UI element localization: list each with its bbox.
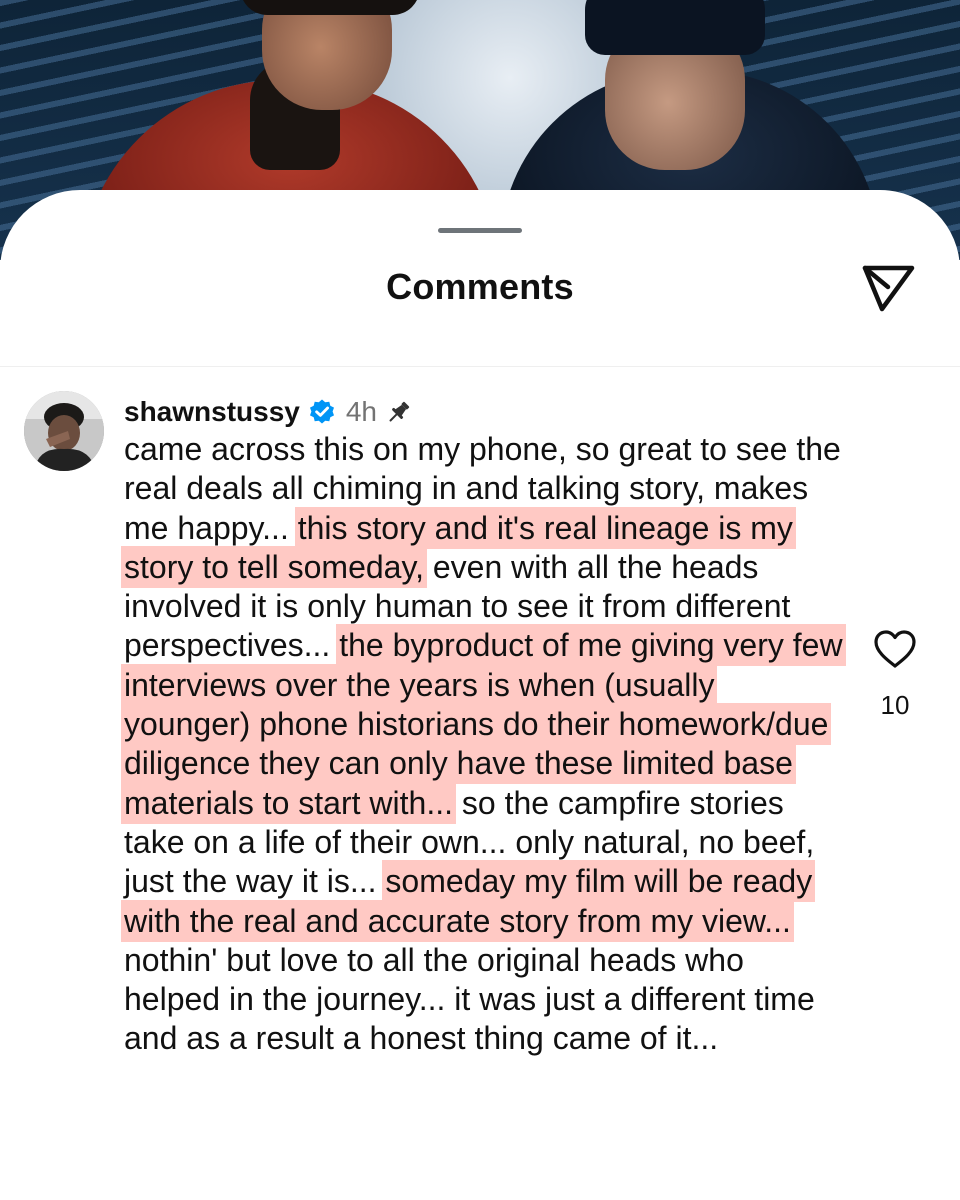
share-button[interactable] bbox=[858, 262, 918, 314]
sheet-title: Comments bbox=[386, 266, 574, 307]
avatar[interactable] bbox=[24, 391, 104, 471]
verified-badge-icon bbox=[309, 399, 334, 424]
comment-header: shawnstussy 4h bbox=[124, 392, 413, 432]
like-button[interactable] bbox=[872, 628, 918, 670]
heart-outline-icon bbox=[874, 630, 916, 668]
pin-icon bbox=[389, 401, 410, 422]
avatar-photo bbox=[24, 391, 104, 471]
photo-person-left-head bbox=[262, 0, 392, 110]
comment-username[interactable]: shawnstussy bbox=[124, 396, 300, 428]
header-divider bbox=[0, 366, 960, 367]
photo-person-right-hat bbox=[585, 0, 765, 55]
paper-plane-icon bbox=[862, 265, 915, 312]
comments-sheet: Comments shawnstussy 4h came across this… bbox=[0, 190, 960, 1200]
like-count: 10 bbox=[880, 690, 910, 720]
comment-text-segment: nothin' but love to all the original hea… bbox=[124, 941, 815, 1057]
comment-text: came across this on my phone, so great t… bbox=[124, 430, 844, 1059]
sheet-drag-handle[interactable] bbox=[438, 228, 522, 233]
comment-timestamp: 4h bbox=[345, 396, 378, 427]
photo-person-left-hat bbox=[240, 0, 420, 15]
